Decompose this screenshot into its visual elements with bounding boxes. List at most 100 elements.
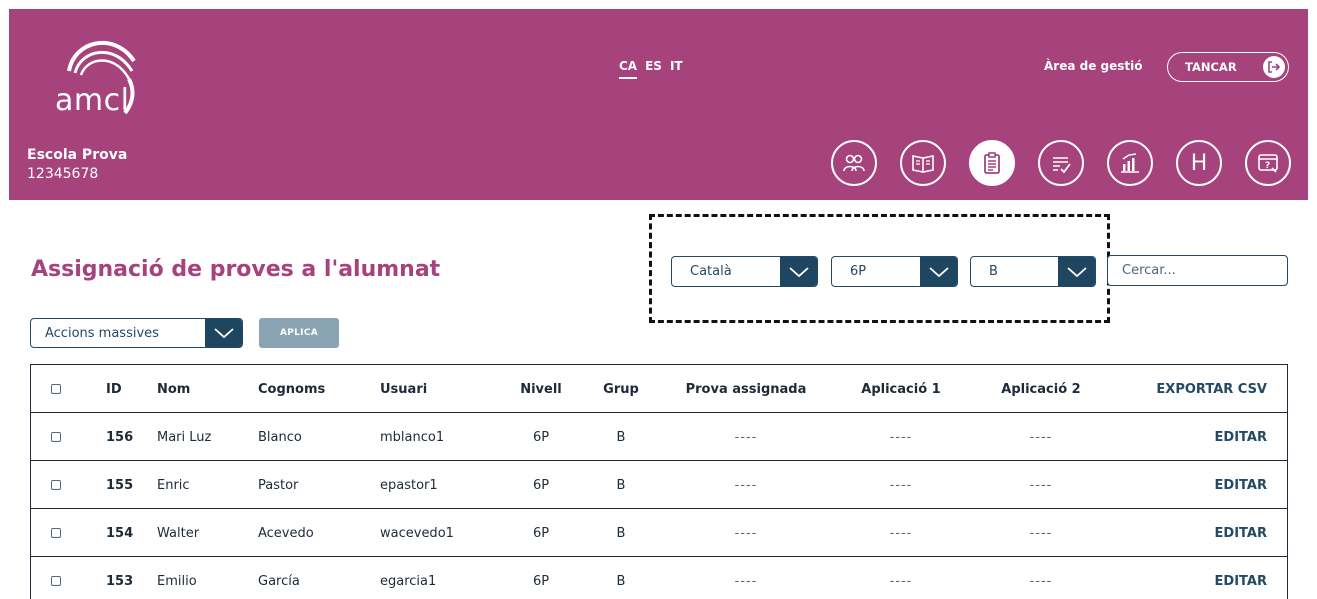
logout-label: TANCAR bbox=[1185, 60, 1237, 74]
cell-usuari: wacevedo1 bbox=[380, 525, 454, 541]
logo-text: amcl bbox=[55, 83, 130, 118]
cell-cognoms: Blanco bbox=[258, 429, 302, 445]
cell-cognoms: Acevedo bbox=[258, 525, 314, 541]
row-select-cell bbox=[51, 413, 61, 461]
cell-grup: B bbox=[616, 477, 626, 493]
column-header[interactable]: Prova assignada bbox=[671, 365, 821, 413]
cell-usuari: egarcia1 bbox=[380, 573, 437, 589]
chevron-down-icon bbox=[780, 257, 817, 286]
column-header[interactable]: Usuari bbox=[380, 365, 427, 413]
cell-nom: Walter bbox=[157, 525, 200, 541]
edit-cell: EDITAR bbox=[1215, 461, 1267, 509]
nav-chart-icon[interactable] bbox=[1107, 140, 1153, 186]
cell-nom: Emilio bbox=[157, 573, 197, 589]
svg-text:?: ? bbox=[1265, 161, 1270, 171]
column-header[interactable]: ID bbox=[106, 365, 122, 413]
row-checkbox[interactable] bbox=[51, 432, 61, 442]
nav-users-icon[interactable] bbox=[831, 140, 877, 186]
group-filter-value: B bbox=[989, 264, 998, 279]
main-nav: H ? bbox=[831, 140, 1291, 186]
edit-link[interactable]: EDITAR bbox=[1215, 478, 1267, 493]
lang-es[interactable]: ES bbox=[645, 59, 662, 79]
language-switcher: CA ES IT bbox=[619, 59, 683, 79]
cell-aplicacio-1: ---- bbox=[889, 525, 913, 541]
cell-prova-assignada: ---- bbox=[734, 525, 758, 541]
row-checkbox[interactable] bbox=[51, 528, 61, 538]
search-input[interactable] bbox=[1107, 255, 1288, 286]
nav-book-icon[interactable] bbox=[900, 140, 946, 186]
cell-nom: Enric bbox=[157, 477, 190, 493]
school-code: 12345678 bbox=[27, 166, 99, 182]
apply-button[interactable]: APLICA bbox=[259, 318, 339, 348]
row-select-cell bbox=[51, 509, 61, 557]
cell-prova-assignada: ---- bbox=[734, 573, 758, 589]
cell-cognoms: Pastor bbox=[258, 477, 299, 493]
level-filter-value: 6P bbox=[850, 264, 867, 279]
column-header[interactable]: Aplicació 2 bbox=[981, 365, 1101, 413]
chevron-down-icon bbox=[1058, 257, 1095, 286]
column-header[interactable]: Cognoms bbox=[258, 365, 325, 413]
chevron-down-icon bbox=[205, 319, 242, 347]
cell-aplicacio-2: ---- bbox=[1029, 525, 1053, 541]
table-row: 153 Emilio García egarcia1 6P B ---- ---- ---- ED… bbox=[31, 557, 1287, 599]
app-header: amcl CA ES IT Àrea de gestió TANCAR Esco… bbox=[9, 9, 1308, 200]
edit-link[interactable]: EDITAR bbox=[1215, 430, 1267, 445]
cell-grup: B bbox=[616, 429, 626, 445]
lang-it[interactable]: IT bbox=[670, 59, 683, 79]
row-checkbox[interactable] bbox=[51, 576, 61, 586]
table-row: 155 Enric Pastor epastor1 6P B ---- ---- ---- EDI… bbox=[31, 461, 1287, 509]
select-all-cell bbox=[51, 365, 61, 413]
edit-cell: EDITAR bbox=[1215, 509, 1267, 557]
cell-grup: B bbox=[616, 525, 626, 541]
cell-aplicacio-2: ---- bbox=[1029, 573, 1053, 589]
level-filter-select[interactable]: 6P bbox=[831, 256, 958, 287]
column-header[interactable]: Grup bbox=[591, 365, 651, 413]
language-filter-value: Català bbox=[690, 264, 732, 279]
bulk-actions-select[interactable]: Accions massives bbox=[30, 318, 243, 348]
page-title: Assignació de proves a l'alumnat bbox=[31, 257, 441, 282]
cell-prova-assignada: ---- bbox=[734, 477, 758, 493]
group-filter-select[interactable]: B bbox=[970, 256, 1096, 287]
cell-usuari: mblanco1 bbox=[380, 429, 445, 445]
nav-clipboard-icon[interactable] bbox=[969, 140, 1015, 186]
export-csv-link-text[interactable]: EXPORTAR CSV bbox=[1156, 382, 1267, 397]
cell-nivell: 6P bbox=[532, 429, 550, 445]
cell-nivell: 6P bbox=[532, 477, 550, 493]
edit-link[interactable]: EDITAR bbox=[1215, 526, 1267, 541]
cell-id: 156 bbox=[106, 429, 134, 445]
chevron-down-icon bbox=[920, 257, 957, 286]
amcl-logo[interactable]: amcl bbox=[29, 21, 149, 118]
table-row: 154 Walter Acevedo wacevedo1 6P B ---- ---- ----… bbox=[31, 509, 1287, 557]
bulk-actions-value: Accions massives bbox=[45, 325, 159, 341]
select-all-checkbox[interactable] bbox=[51, 384, 61, 394]
column-header[interactable]: Nivell bbox=[511, 365, 571, 413]
table-row: 156 Mari Luz Blanco mblanco1 6P B ---- ---- ----… bbox=[31, 413, 1287, 461]
export-csv-link: EXPORTAR CSV bbox=[1156, 365, 1267, 413]
row-checkbox[interactable] bbox=[51, 480, 61, 490]
cell-id: 155 bbox=[106, 477, 134, 493]
cell-cognoms: García bbox=[258, 573, 300, 589]
language-filter-select[interactable]: Català bbox=[671, 256, 818, 287]
nav-help-icon[interactable]: ? bbox=[1245, 140, 1291, 186]
column-header[interactable]: Nom bbox=[157, 365, 190, 413]
cell-grup: B bbox=[616, 573, 626, 589]
nav-checklist-icon[interactable] bbox=[1038, 140, 1084, 186]
row-select-cell bbox=[51, 557, 61, 599]
nav-h-icon[interactable]: H bbox=[1176, 140, 1222, 186]
cell-aplicacio-1: ---- bbox=[889, 429, 913, 445]
cell-prova-assignada: ---- bbox=[734, 429, 758, 445]
cell-nivell: 6P bbox=[532, 573, 550, 589]
cell-aplicacio-2: ---- bbox=[1029, 477, 1053, 493]
column-header[interactable]: Aplicació 1 bbox=[841, 365, 961, 413]
lang-ca[interactable]: CA bbox=[619, 59, 638, 79]
cell-nom: Mari Luz bbox=[157, 429, 212, 445]
area-gestio-label: Àrea de gestió bbox=[1044, 59, 1143, 73]
cell-usuari: epastor1 bbox=[380, 477, 438, 493]
row-select-cell bbox=[51, 461, 61, 509]
cell-id: 153 bbox=[106, 573, 134, 589]
edit-link[interactable]: EDITAR bbox=[1215, 574, 1267, 589]
nav-h-letter: H bbox=[1190, 150, 1208, 176]
cell-nivell: 6P bbox=[532, 525, 550, 541]
logout-button[interactable]: TANCAR bbox=[1167, 52, 1289, 82]
cell-aplicacio-1: ---- bbox=[889, 573, 913, 589]
